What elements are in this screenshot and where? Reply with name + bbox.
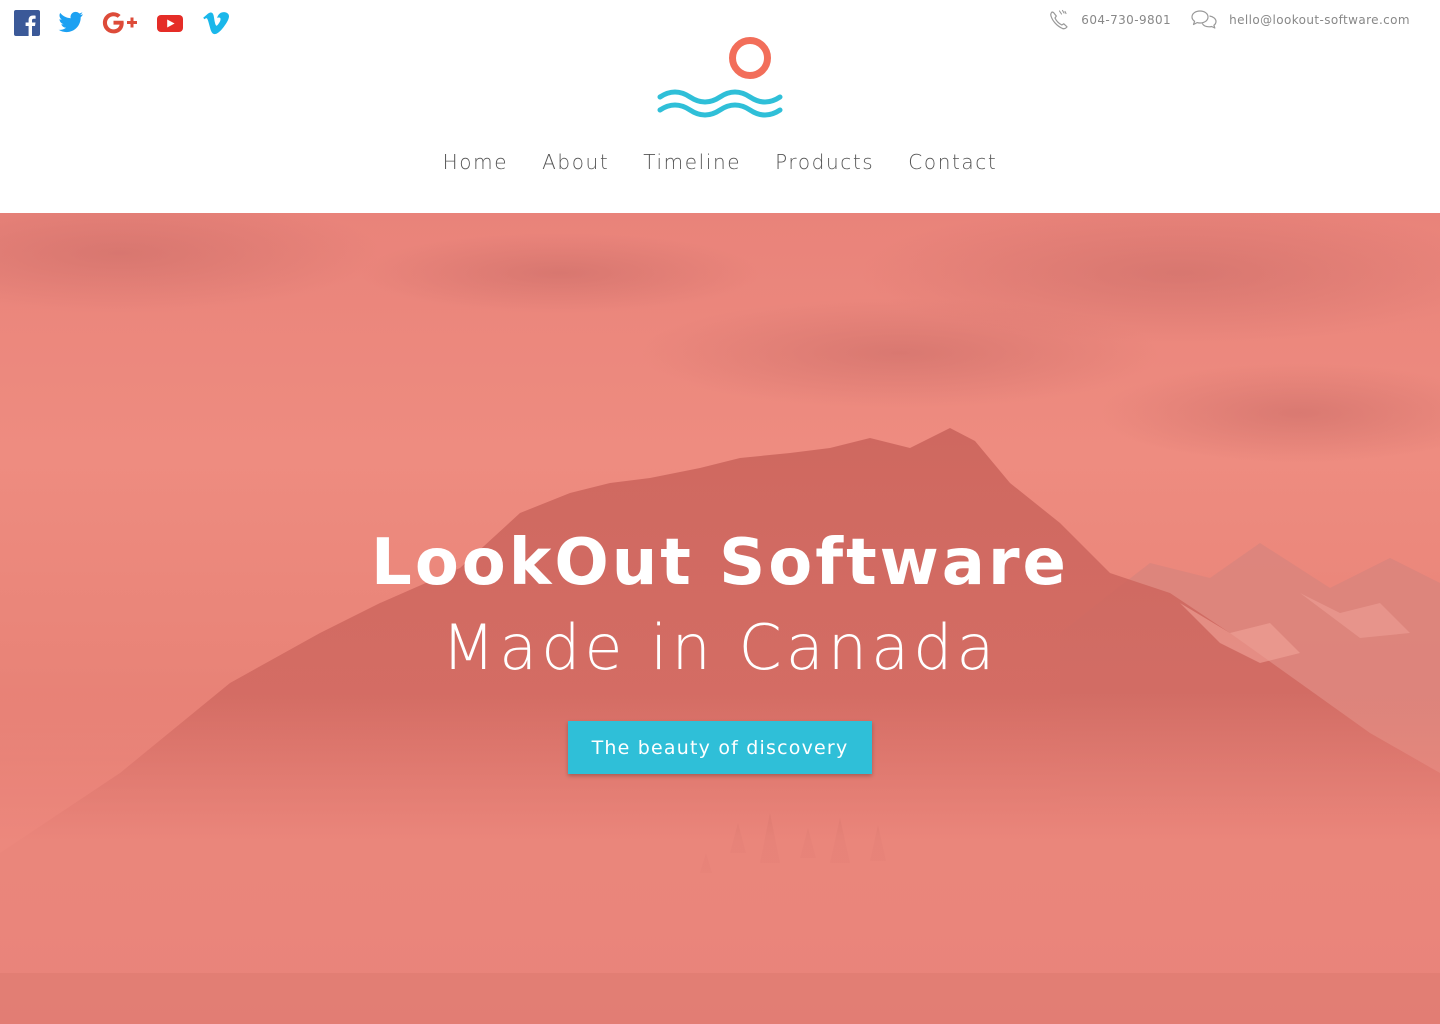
nav-contact[interactable]: Contact — [908, 150, 997, 174]
email-address[interactable]: hello@lookout-software.com — [1229, 13, 1410, 27]
phone-icon — [1050, 9, 1068, 30]
contact-info: 604-730-9801 hello@lookout-software.com — [1029, 8, 1410, 32]
social-links — [14, 10, 230, 38]
email-contact[interactable]: hello@lookout-software.com — [1189, 9, 1410, 31]
google-plus-icon[interactable] — [102, 10, 138, 38]
phone-number[interactable]: 604-730-9801 — [1081, 13, 1171, 27]
sun-waves-logo[interactable] — [655, 34, 785, 118]
site-header: 604-730-9801 hello@lookout-software.com … — [0, 0, 1440, 213]
twitter-icon[interactable] — [58, 10, 84, 38]
hero-title: LookOut Software — [371, 526, 1069, 600]
cta-button[interactable]: The beauty of discovery — [568, 721, 872, 774]
facebook-icon[interactable] — [14, 10, 40, 38]
nav-about[interactable]: About — [542, 150, 609, 174]
nav-products[interactable]: Products — [775, 150, 874, 174]
nav-home[interactable]: Home — [443, 150, 508, 174]
vimeo-icon[interactable] — [202, 10, 230, 38]
chat-icon — [1191, 10, 1217, 29]
main-nav: Home About Timeline Products Contact — [0, 150, 1440, 174]
phone-contact[interactable]: 604-730-9801 — [1047, 8, 1171, 32]
hero-section: LookOut Software Made in Canada The beau… — [0, 213, 1440, 1024]
hero-subtitle: Made in Canada — [441, 611, 999, 684]
nav-timeline[interactable]: Timeline — [643, 150, 741, 174]
youtube-icon[interactable] — [156, 10, 184, 38]
